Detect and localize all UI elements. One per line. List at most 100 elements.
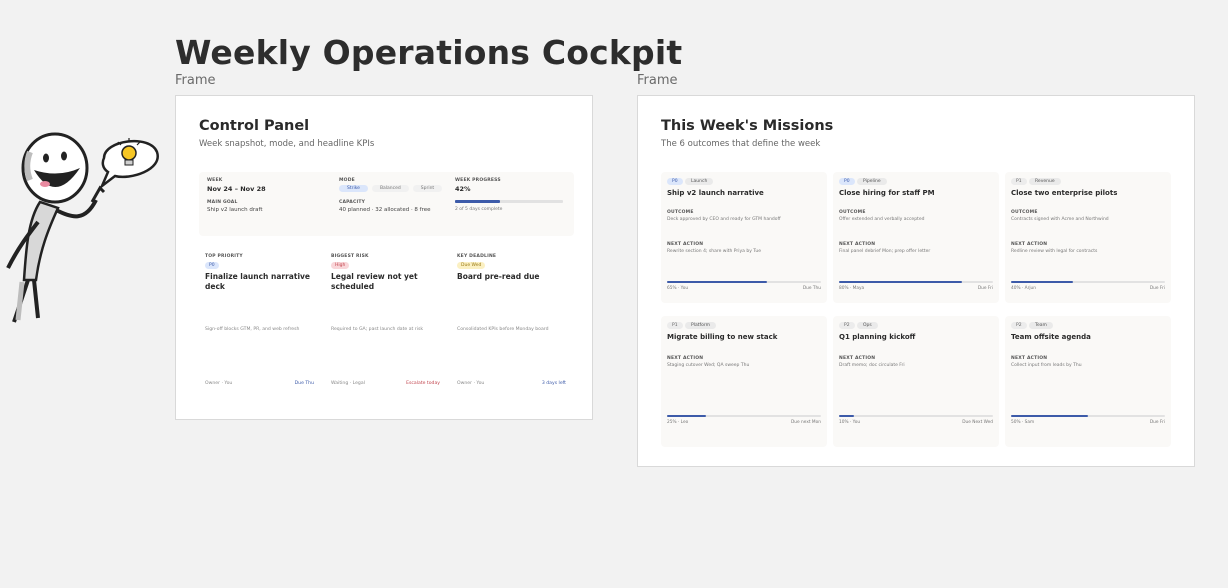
- kpi-footer-right: 3 days left: [541, 381, 566, 386]
- mission-due: Due Fri: [1149, 420, 1165, 425]
- mission-progress-text: 50% · Sam: [1011, 420, 1035, 425]
- mission-progress-bar: [667, 415, 821, 417]
- mission-next-action-label: NEXT ACTION: [667, 356, 704, 361]
- mission-due: Due next Mon: [791, 420, 821, 425]
- kpi-label: TOP PRIORITY: [205, 254, 243, 259]
- mode-option-balanced[interactable]: Balanced: [371, 185, 409, 192]
- mission-priority-chip: P2: [839, 322, 855, 329]
- control-panel-frame[interactable]: Control Panel Week snapshot, mode, and h…: [175, 95, 593, 420]
- week-value: Nov 24 – Nov 28: [207, 185, 266, 193]
- mission-progress-text: 10% · You: [839, 420, 861, 425]
- mission-status-chip: Revenue: [1029, 178, 1061, 185]
- mission-next-action: Collect input from leads by Thu: [1011, 363, 1082, 368]
- missions-title: This Week's Missions: [661, 118, 834, 134]
- main-goal-value: Ship v2 launch draft: [207, 207, 263, 213]
- mission-status-chip: Platform: [685, 322, 716, 329]
- week-progress-bar: [455, 200, 563, 203]
- stick-figure-idea-sticker[interactable]: [0, 130, 165, 330]
- mission-progress-fill: [1011, 281, 1073, 283]
- mode-label: MODE: [339, 178, 355, 183]
- mission-status-chip: Launch: [685, 178, 714, 185]
- mission-next-action-label: NEXT ACTION: [667, 242, 704, 247]
- mission-next-action: Final panel debrief Mon; prep offer lett…: [839, 249, 931, 254]
- frame-label-right[interactable]: Frame: [637, 73, 678, 88]
- mission-title: Close hiring for staff PM: [839, 189, 935, 197]
- kpi-footer-left: Waiting · Legal: [331, 381, 365, 386]
- capacity-label: CAPACITY: [339, 200, 366, 205]
- mission-card[interactable]: P1 Platform Migrate billing to new stack NE…: [661, 316, 827, 447]
- mission-outcome-label: OUTCOME: [839, 210, 866, 215]
- mission-progress-fill: [667, 281, 768, 283]
- mission-progress-fill: [839, 281, 963, 283]
- mission-card[interactable]: P2 Team Team offsite agenda NEXT ACTION Coll…: [1005, 316, 1171, 447]
- kpi-description: Required to GA; past launch date at risk: [331, 327, 423, 332]
- kpi-title: Board pre-read due: [457, 272, 540, 281]
- board-title: Weekly Operations Cockpit: [175, 33, 683, 72]
- mission-title: Migrate billing to new stack: [667, 333, 778, 341]
- kpi-description: Consolidated KPIs before Monday board: [457, 327, 549, 332]
- mission-outcome-label: OUTCOME: [667, 210, 694, 215]
- main-goal-label: MAIN GOAL: [207, 200, 238, 205]
- frame-label-left[interactable]: Frame: [175, 73, 216, 88]
- mission-progress-text: 25% · Leo: [667, 420, 689, 425]
- mode-selector[interactable]: Strike Balanced Sprint: [339, 185, 443, 192]
- mission-priority-chip: P0: [839, 178, 855, 185]
- mission-priority-chip: P1: [667, 322, 683, 329]
- mission-priority-chip: P1: [1011, 178, 1027, 185]
- mission-progress-fill: [839, 415, 855, 417]
- kpi-card[interactable]: BIGGEST RISK High Legal review not yet sch…: [331, 251, 446, 391]
- week-progress-caption: 2 of 5 days complete: [455, 207, 503, 212]
- mission-progress-bar: [667, 281, 821, 283]
- mode-option-sprint[interactable]: Sprint: [412, 185, 443, 192]
- mode-option-strike[interactable]: Strike: [339, 185, 368, 192]
- control-panel-title: Control Panel: [199, 118, 310, 134]
- mission-progress-bar: [839, 415, 993, 417]
- mission-next-action-label: NEXT ACTION: [839, 242, 876, 247]
- mission-due: Due Next Wed: [962, 420, 993, 425]
- kpi-footer-left: Owner · You: [457, 381, 485, 386]
- week-progress-value: 42%: [455, 185, 471, 193]
- mission-card[interactable]: P1 Revenue Close two enterprise pilots OUTC…: [1005, 172, 1171, 303]
- kpi-footer-right: Due Thu: [294, 381, 314, 386]
- mission-title: Q1 planning kickoff: [839, 333, 916, 341]
- missions-subtitle: The 6 outcomes that define the week: [661, 139, 821, 149]
- mission-progress-fill: [667, 415, 706, 417]
- kpi-title: Finalize launch narrative deck: [205, 272, 310, 291]
- mission-card[interactable]: P0 Launch Ship v2 launch narrative OUTCOME D…: [661, 172, 827, 303]
- mission-due: Due Fri: [1149, 286, 1165, 291]
- mission-next-action-label: NEXT ACTION: [839, 356, 876, 361]
- kpi-footer-right: Escalate today: [406, 381, 440, 386]
- mission-next-action-label: NEXT ACTION: [1011, 242, 1048, 247]
- kpi-label: KEY DEADLINE: [457, 254, 497, 259]
- control-panel-subtitle: Week snapshot, mode, and headline KPIs: [199, 139, 375, 149]
- mission-next-action: Draft memo; doc circulate Fri: [839, 363, 905, 368]
- kpi-title: Legal review not yet scheduled: [331, 272, 418, 291]
- mission-progress-bar: [839, 281, 993, 283]
- mission-title: Close two enterprise pilots: [1011, 189, 1118, 197]
- mission-outcome: Contracts signed with Acme and Northwind: [1011, 217, 1109, 222]
- kpi-card[interactable]: TOP PRIORITY P0 Finalize launch narrative …: [205, 251, 320, 391]
- mission-progress-text: 80% · Maya: [839, 286, 865, 291]
- mission-next-action-label: NEXT ACTION: [1011, 356, 1048, 361]
- kpi-card[interactable]: KEY DEADLINE Due Wed Board pre-read due Con…: [457, 251, 572, 391]
- mission-card[interactable]: P0 Pipeline Close hiring for staff PM OUTCO…: [833, 172, 999, 303]
- missions-frame[interactable]: This Week's Missions The 6 outcomes that…: [637, 95, 1195, 467]
- mission-outcome-label: OUTCOME: [1011, 210, 1038, 215]
- week-snapshot-panel: WEEK Nov 24 – Nov 28 MAIN GOAL Ship v2 l…: [199, 172, 574, 236]
- mission-title: Ship v2 launch narrative: [667, 189, 764, 197]
- mission-progress-text: 40% · Arjun: [1011, 286, 1036, 291]
- kpi-description: Sign-off blocks GTM, PR, and web refresh: [205, 327, 300, 332]
- mission-progress-fill: [1011, 415, 1088, 417]
- mission-priority-chip: P0: [667, 178, 683, 185]
- kpi-chip: Due Wed: [457, 262, 486, 269]
- mission-next-action: Redline review with legal for contracts: [1011, 249, 1098, 254]
- mission-progress-bar: [1011, 281, 1165, 283]
- mission-status-chip: Team: [1029, 322, 1053, 329]
- mission-next-action: Rewrite section 4; share with Priya by T…: [667, 249, 761, 254]
- mission-status-chip: Pipeline: [857, 178, 887, 185]
- mission-card[interactable]: P2 Ops Q1 planning kickoff NEXT ACTION Draft…: [833, 316, 999, 447]
- mission-title: Team offsite agenda: [1011, 333, 1091, 341]
- mission-next-action: Staging cutover Wed; QA sweep Thu: [667, 363, 750, 368]
- mission-due: Due Fri: [977, 286, 993, 291]
- capacity-value: 40 planned · 32 allocated · 8 free: [339, 207, 431, 213]
